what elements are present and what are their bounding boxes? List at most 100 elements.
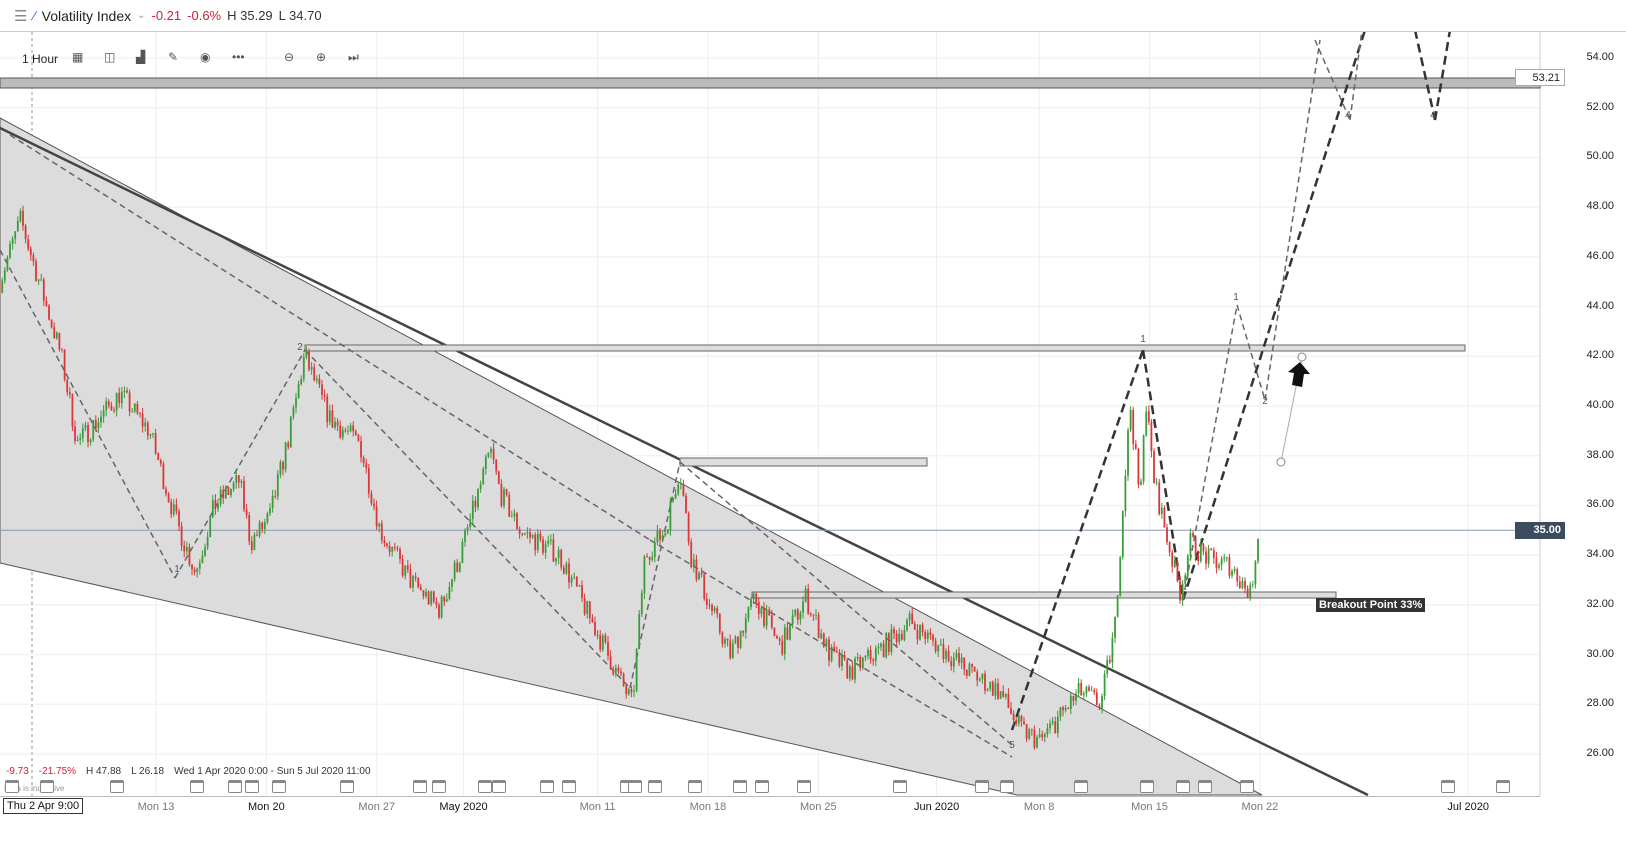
candle-body [50,319,53,328]
interval-selector[interactable]: 1 Hour [22,52,58,66]
chevron-down-icon[interactable]: ⌄ [137,10,145,21]
calendar-event-icon[interactable] [245,780,259,793]
calendar-event-icon[interactable] [628,780,642,793]
candle-body [799,612,802,620]
calendar-event-icon[interactable] [733,780,747,793]
calendar-event-icon[interactable] [5,780,19,793]
calendar-event-icon[interactable] [432,780,446,793]
level-price-tag: 53.21 [1515,69,1565,86]
candle-body [994,683,997,696]
instrument-title[interactable]: Volatility Index [42,8,132,24]
candle-body [700,573,703,575]
candle-body [1103,673,1106,697]
chart-type-icon[interactable]: ◫ [104,50,122,68]
candle-body [552,539,555,562]
candle-body [250,541,253,551]
skip-to-end-icon[interactable]: ⏭ [348,50,366,68]
candle-body [796,609,799,620]
candle-body [531,534,534,538]
calendar-event-icon[interactable] [797,780,811,793]
calendar-event-icon[interactable] [272,780,286,793]
candle-body [1231,570,1233,576]
calendar-event-icon[interactable] [1198,780,1212,793]
calendar-event-icon[interactable] [478,780,492,793]
candle-body [383,540,386,544]
time-axis[interactable]: Thu 2 Apr 9:00 Mon 13 Mon 20 Mon 27 May 202… [0,796,1540,816]
candle-body [518,528,521,534]
candle-body [1007,693,1010,708]
candle-body [731,643,734,658]
calendar-event-icon[interactable] [492,780,506,793]
calendar-event-icon[interactable] [1140,780,1154,793]
candle-body [380,523,383,541]
calendar-event-icon[interactable] [648,780,662,793]
calendar-event-icon[interactable] [1240,780,1254,793]
candle-body [633,690,635,692]
bar-chart-icon[interactable]: ▟ [136,50,154,68]
calendar-event-icon[interactable] [190,780,204,793]
candle-body [1010,707,1012,714]
candle-body [282,461,284,470]
calendar-event-icon[interactable] [340,780,354,793]
instrument-header: ☰ ⁄ Volatility Index ⌄ -0.21 -0.6% H 35.… [0,0,1626,32]
pencil-icon[interactable]: ✎ [168,50,186,68]
candle-body [978,678,981,681]
more-icon[interactable]: ••• [232,50,250,68]
calendar-event-icon[interactable] [755,780,769,793]
eye-icon[interactable]: ◉ [200,50,218,68]
candle-body [92,420,95,440]
calendar-event-icon[interactable] [413,780,427,793]
calendar-event-icon[interactable] [562,780,576,793]
candle-body [895,633,898,642]
calendar-grid-icon[interactable]: ▦ [72,50,90,68]
candle-body [1116,595,1119,617]
candle-body [544,543,547,553]
candle-body [1155,482,1158,484]
candle-body [757,602,760,614]
calendar-event-icon[interactable] [40,780,54,793]
candle-body [266,513,269,523]
calendar-event-icon[interactable] [540,780,554,793]
calendar-event-icon[interactable] [893,780,907,793]
candle-body [724,638,726,644]
calendar-event-icon[interactable] [688,780,702,793]
zoom-out-icon[interactable]: ⊖ [284,50,302,68]
candle-body [37,279,40,282]
candle-body [248,515,251,542]
calendar-event-icon[interactable] [1176,780,1190,793]
session-high: H 35.29 [227,8,273,23]
candle-body [89,439,92,443]
candle-body [1119,557,1122,596]
candle-body [451,579,453,587]
candle-body [367,467,370,494]
candle-body [1233,569,1236,571]
calendar-event-icon[interactable] [975,780,989,793]
candle-body [588,601,591,619]
price-chart[interactable]: 1 2 1 1 2 4 5 4 [0,32,1626,796]
calendar-event-icon[interactable] [1496,780,1510,793]
x-tick-label: Mon 8 [1023,801,1055,813]
calendar-event-icon[interactable] [110,780,124,793]
pencil-icon[interactable]: ⁄ [33,8,35,23]
menu-icon[interactable]: ☰ [14,7,27,25]
calendar-event-icon[interactable] [1441,780,1455,793]
calendar-event-icon[interactable] [1074,780,1088,793]
candle-body [1085,686,1088,694]
candle-body [906,620,908,630]
candle-body [750,599,752,608]
calendar-event-icon[interactable] [228,780,242,793]
candle-body [815,614,817,616]
zoom-in-icon[interactable]: ⊕ [316,50,334,68]
candle-body [165,488,167,494]
last-price-tag: 35.00 [1515,522,1565,539]
candle-body [893,628,895,634]
candle-body [1199,544,1202,561]
calendar-event-icon[interactable] [1000,780,1014,793]
candle-body [1043,733,1046,738]
candle-body [1114,616,1116,638]
candle-body [432,591,435,602]
candle-body [375,506,378,527]
candle-body [188,547,191,565]
crosshair-date: Thu 2 Apr 9:00 [3,798,84,814]
candle-body [295,397,297,408]
